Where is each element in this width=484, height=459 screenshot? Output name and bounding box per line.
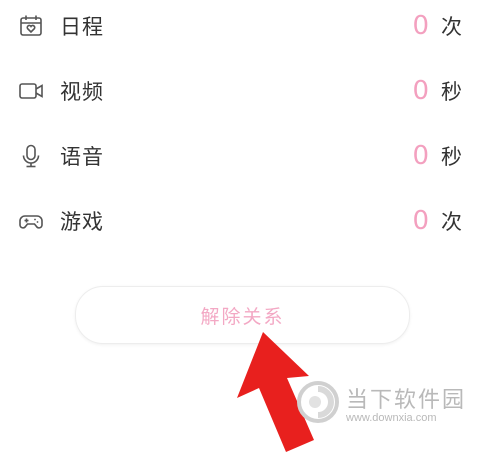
stat-unit-schedule: 次 xyxy=(441,15,462,39)
microphone-icon xyxy=(18,143,44,169)
gamepad-icon xyxy=(18,208,44,234)
video-camera-icon xyxy=(18,78,44,104)
stat-label-schedule: 日程 xyxy=(60,15,104,39)
stat-row-video: 视频 0 秒 xyxy=(0,61,484,121)
stat-value-schedule: 0 xyxy=(412,11,429,41)
watermark-title: 当下软件园 xyxy=(346,388,467,413)
watermark: 当下软件园 www.downxia.com xyxy=(296,378,476,438)
stat-value-voice: 0 xyxy=(412,141,429,171)
stat-row-voice: 语音 0 秒 xyxy=(0,126,484,186)
stat-label-voice: 语音 xyxy=(60,145,104,169)
stat-row-game: 游戏 0 次 xyxy=(0,191,484,251)
stat-row-schedule: 日程 0 次 xyxy=(0,0,484,56)
stat-label-video: 视频 xyxy=(60,80,104,104)
stat-unit-voice: 秒 xyxy=(441,145,462,169)
stat-value-video: 0 xyxy=(412,76,429,106)
calendar-heart-icon xyxy=(18,13,44,39)
stat-unit-game: 次 xyxy=(441,210,462,234)
downxia-logo-icon xyxy=(296,380,340,424)
watermark-url: www.downxia.com xyxy=(346,412,437,424)
stat-unit-video: 秒 xyxy=(441,80,462,104)
stat-value-game: 0 xyxy=(412,206,429,236)
stat-label-game: 游戏 xyxy=(60,210,104,234)
